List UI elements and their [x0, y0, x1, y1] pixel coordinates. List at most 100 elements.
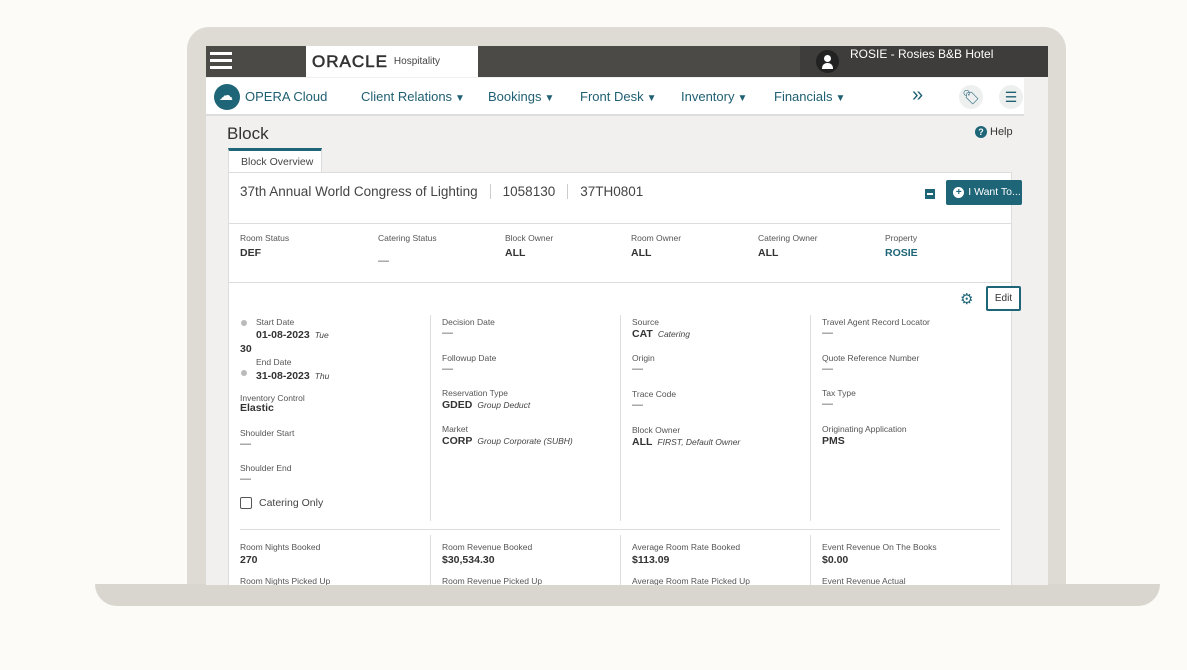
stat-label: Event Revenue Actual: [822, 576, 906, 585]
block-code: 37TH0801: [580, 184, 644, 199]
catering-only-checkbox[interactable]: [240, 497, 252, 509]
stat-label: Room Nights Booked: [240, 542, 321, 552]
summary-value: —: [378, 255, 389, 267]
oracle-logo: ORACLE Hospitality: [306, 46, 478, 77]
block-id: 1058130: [503, 184, 569, 199]
divider: [430, 315, 431, 521]
end-date-value: 31-08-2023: [256, 370, 310, 382]
block-header: 37th Annual World Congress of Lighting 1…: [240, 184, 667, 199]
summary-value: ALL: [631, 247, 652, 259]
collapse-button[interactable]: [925, 189, 935, 199]
code: CAT: [632, 328, 653, 340]
divider: [430, 535, 431, 585]
tag-icon[interactable]: 🏷: [959, 85, 983, 109]
timeline-dot: [241, 320, 247, 326]
laptop-base: [95, 584, 1160, 606]
stat-label: Room Nights Picked Up: [240, 576, 331, 585]
field-label: Followup Date: [442, 353, 497, 363]
field-label: Trace Code: [632, 389, 677, 399]
field-value: CAT Catering: [632, 328, 690, 340]
summary-label: Property: [885, 233, 918, 243]
nav-label: Bookings: [488, 89, 542, 104]
divider: [240, 529, 1000, 530]
summary-label: Room Owner: [631, 233, 682, 243]
field-value: Elastic: [240, 402, 274, 414]
caret-down-icon: ▼: [835, 93, 846, 104]
user-menu[interactable]: ROSIE - Rosies B&B Hotel: [800, 46, 1048, 77]
more-chevron-icon[interactable]: »: [912, 84, 923, 107]
brand: ORACLE: [312, 51, 388, 71]
i-want-to-button[interactable]: + I Want To...: [946, 180, 1022, 205]
nav-client-relations[interactable]: Client Relations ▼: [361, 89, 465, 104]
divider: [620, 315, 621, 521]
field-value: GDED Group Deduct: [442, 399, 530, 411]
stat-label: Average Room Rate Booked: [632, 542, 741, 552]
field-value: —: [240, 473, 251, 485]
field-label: Travel Agent Record Locator: [822, 317, 930, 327]
app-name[interactable]: OPERA Cloud: [245, 89, 327, 104]
code: PMS: [822, 435, 845, 447]
tab-block-overview[interactable]: Block Overview: [228, 148, 322, 173]
field-value: —: [632, 363, 643, 375]
stat-value: 270: [240, 554, 258, 566]
field-value: CORP Group Corporate (SUBH): [442, 435, 573, 447]
menu-icon[interactable]: [210, 52, 232, 70]
summary-label: Room Status: [240, 233, 290, 243]
stat-value: $0.00: [822, 554, 849, 566]
nav-label: Client Relations: [361, 89, 453, 104]
end-date: 31-08-2023 Thu: [256, 370, 329, 382]
button-label: I Want To...: [968, 186, 1021, 198]
field-value: —: [442, 327, 453, 339]
start-date: 01-08-2023 Tue: [256, 329, 329, 341]
field-label: Shoulder End: [240, 463, 292, 473]
nav-label: Inventory: [681, 89, 735, 104]
caret-down-icon: ▼: [737, 93, 748, 104]
divider: [229, 282, 1011, 283]
nav-financials[interactable]: Financials ▼: [774, 89, 845, 104]
start-date-value: 01-08-2023: [256, 329, 310, 341]
stat-value: $30,534.30: [442, 554, 495, 566]
opera-cloud-icon[interactable]: [214, 84, 240, 110]
field-label: Reservation Type: [442, 388, 508, 398]
field-label: Quote Reference Number: [822, 353, 920, 363]
help-label: Help: [990, 126, 1013, 138]
nav-front-desk[interactable]: Front Desk ▼: [580, 89, 656, 104]
user-name: ROSIE - Rosies B&B Hotel: [850, 47, 994, 61]
field-label: Decision Date: [442, 317, 495, 327]
block-name: 37th Annual World Congress of Lighting: [240, 184, 491, 199]
page-title: Block: [227, 124, 269, 143]
nav-inventory[interactable]: Inventory ▼: [681, 89, 747, 104]
code: GDED: [442, 399, 473, 411]
block-panel: 37th Annual World Congress of Lighting 1…: [228, 172, 1022, 585]
help-link[interactable]: ? Help: [975, 126, 1013, 138]
messages-icon[interactable]: ☰: [999, 85, 1023, 109]
gear-icon[interactable]: ⚙: [960, 290, 973, 308]
field-value: —: [822, 363, 833, 375]
field-label: Source: [632, 317, 659, 327]
nights: 30: [240, 343, 252, 355]
field-value: —: [822, 398, 833, 410]
divider: [810, 535, 811, 585]
description: Catering: [657, 329, 690, 339]
field-value: PMS: [822, 435, 845, 447]
caret-down-icon: ▼: [646, 93, 657, 104]
catering-only-label: Catering Only: [259, 497, 324, 509]
nav-bookings[interactable]: Bookings ▼: [488, 89, 554, 104]
edit-button[interactable]: Edit: [986, 286, 1021, 311]
field-value: ALL FIRST, Default Owner: [632, 436, 740, 448]
summary-value: ALL: [758, 247, 779, 259]
nav-label: Front Desk: [580, 89, 644, 104]
field-label: Market: [442, 424, 468, 434]
field-label: Originating Application: [822, 424, 907, 434]
divider: [620, 535, 621, 585]
user-avatar-icon: [816, 50, 839, 73]
timeline-dot: [241, 370, 247, 376]
field-label: Shoulder Start: [240, 428, 295, 438]
stat-value: $113.09: [632, 554, 670, 566]
nav-label: Financials: [774, 89, 833, 104]
summary-label: Catering Owner: [758, 233, 818, 243]
description: Group Corporate (SUBH): [477, 436, 573, 446]
summary-label: Catering Status: [378, 233, 437, 243]
stat-label: Average Room Rate Picked Up: [632, 576, 750, 585]
field-label: Origin: [632, 353, 655, 363]
